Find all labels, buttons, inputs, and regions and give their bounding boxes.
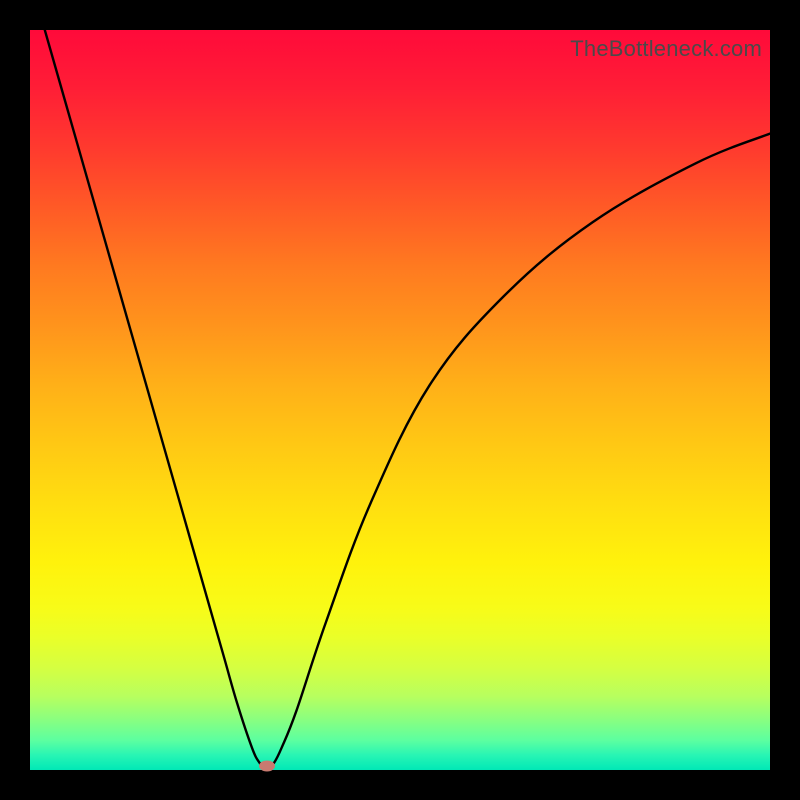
minimum-marker	[259, 761, 275, 772]
bottleneck-curve	[30, 30, 770, 770]
curve-path	[45, 30, 770, 770]
plot-area: TheBottleneck.com	[30, 30, 770, 770]
chart-frame: TheBottleneck.com	[0, 0, 800, 800]
